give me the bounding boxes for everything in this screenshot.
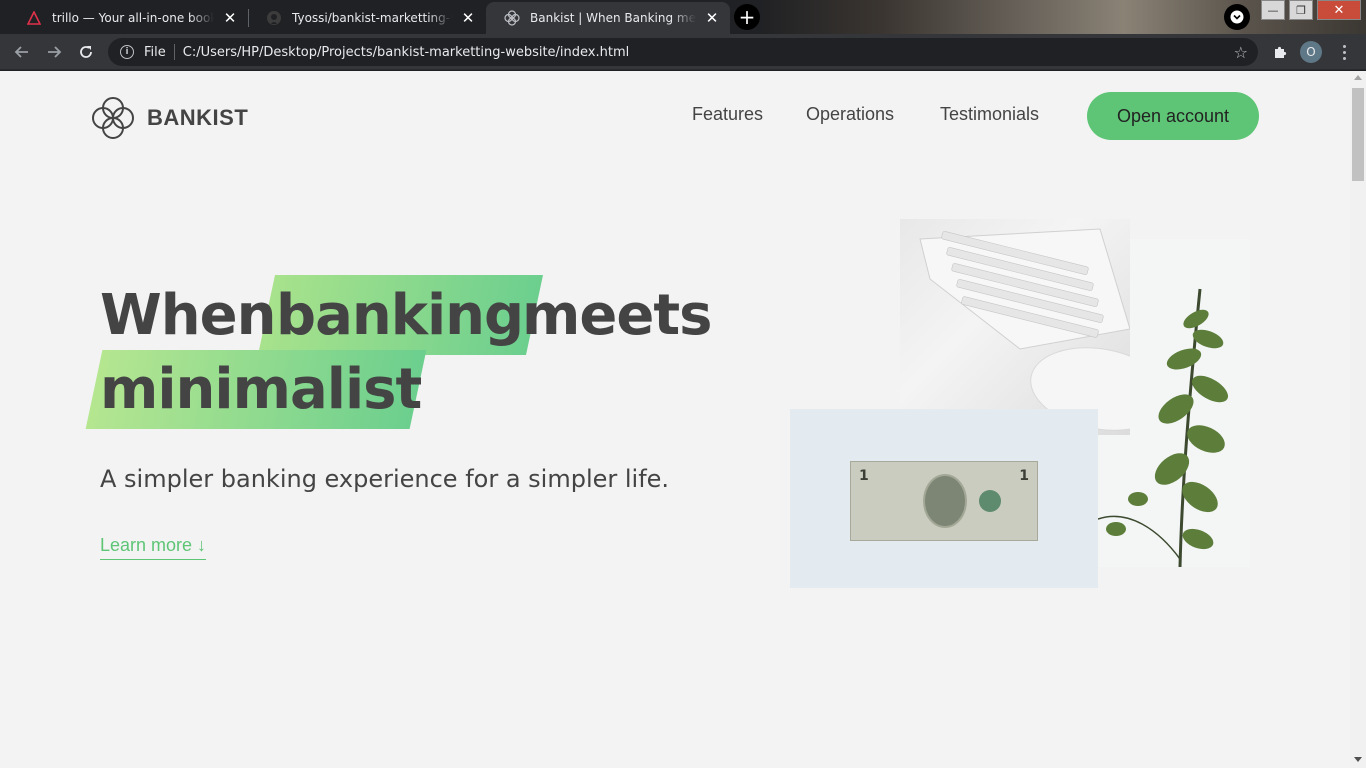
browser-menu-icon[interactable] [1334,40,1354,64]
address-bar[interactable]: i File C:/Users/HP/Desktop/Projects/bank… [108,38,1258,66]
hero-title-word: meets [522,283,712,348]
github-favicon-icon [266,10,282,26]
reload-icon[interactable] [74,40,98,64]
nav-link-testimonials[interactable]: Testimonials [940,104,1039,125]
open-account-button[interactable]: Open account [1087,92,1259,140]
site-info-icon[interactable]: i [120,45,134,59]
bankist-favicon-icon [504,10,520,26]
back-arrow-icon[interactable] [10,40,34,64]
tab-title: Tyossi/bankist-marketting-website [292,11,452,25]
close-tab-icon[interactable]: ✕ [704,10,720,26]
restore-window-icon[interactable]: ❐ [1289,0,1313,20]
scheme-label: File [144,44,166,60]
bookmark-star-icon[interactable]: ☆ [1234,43,1248,62]
minimize-window-icon[interactable]: — [1261,0,1285,20]
nav-link-features[interactable]: Features [692,104,763,125]
new-tab-icon[interactable]: + [734,4,760,30]
forward-arrow-icon[interactable] [42,40,66,64]
dollar-bill-image: 1 1 [790,409,1098,588]
tab-title: trillo — Your all-in-one booking app [52,11,214,25]
hero-image-collage: 1 1 [790,219,1252,589]
page-scrollbar[interactable] [1350,71,1366,768]
hero-subtitle: A simpler banking experience for a simpl… [100,465,670,493]
profile-avatar[interactable]: O [1300,41,1322,63]
tab-title: Bankist | When Banking meets Minimalist [530,11,696,25]
url-text[interactable]: C:/Users/HP/Desktop/Projects/bankist-mar… [183,45,629,60]
scroll-down-arrow-icon[interactable] [1354,757,1362,762]
page-viewport: BANKIST Features Operations Testimonials… [0,71,1350,768]
extensions-puzzle-icon[interactable] [1268,40,1292,64]
tab-trillo[interactable]: trillo — Your all-in-one booking app ✕ [8,2,248,34]
close-tab-icon[interactable]: ✕ [222,10,238,26]
scrollbar-thumb[interactable] [1352,88,1364,181]
address-separator [173,44,175,60]
hero-title-highlight-word: banking [276,283,524,348]
tab-bankist-active[interactable]: Bankist | When Banking meets Minimalist … [486,2,730,34]
tab-strip: trillo — Your all-in-one booking app ✕ T… [0,0,1366,34]
main-nav: Features Operations Testimonials Open ac… [0,92,1350,140]
tab-search-dropdown-icon[interactable] [1224,4,1250,30]
nav-link-operations[interactable]: Operations [806,104,894,125]
close-window-icon[interactable]: ✕ [1317,0,1361,20]
dollar-bill: 1 1 [850,461,1038,541]
hero-title-word: When [100,283,276,348]
scroll-up-arrow-icon[interactable] [1354,75,1362,80]
trillo-favicon-icon [26,10,42,26]
browser-toolbar: i File C:/Users/HP/Desktop/Projects/bank… [0,34,1366,70]
keyboard-mouse-image [900,219,1170,435]
close-tab-icon[interactable]: ✕ [460,10,476,26]
hero-title-highlight-word: minimalist [100,357,422,422]
learn-more-link[interactable]: Learn more ↓ [100,535,207,560]
tab-github[interactable]: Tyossi/bankist-marketting-website ✕ [248,2,486,34]
